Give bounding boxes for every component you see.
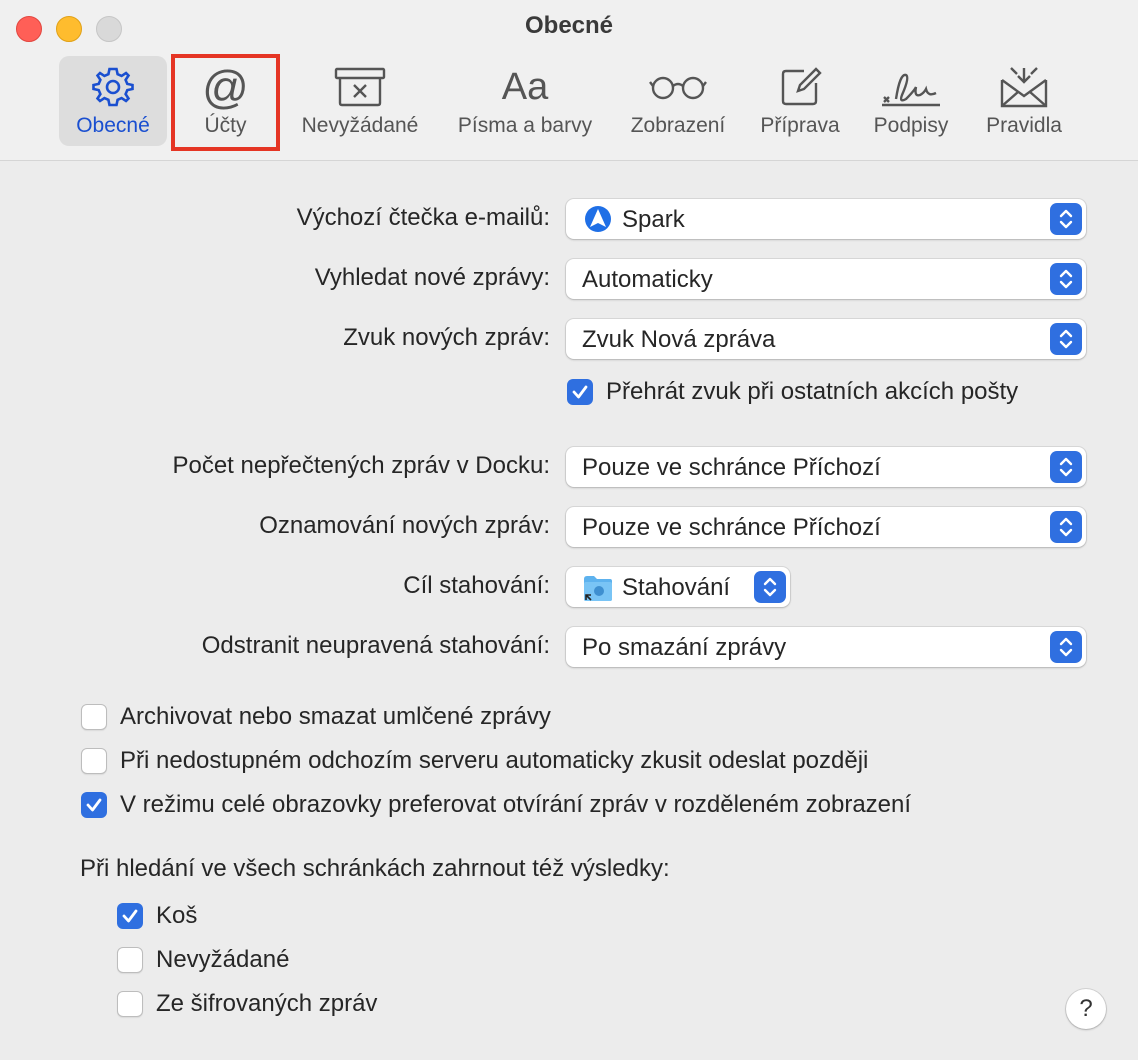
download-dest-stepper[interactable]	[754, 571, 786, 603]
dock-unread-stepper[interactable]	[1050, 451, 1082, 483]
check-new-stepper[interactable]	[1050, 263, 1082, 295]
default-reader-value: Spark	[622, 206, 685, 233]
signature-icon	[880, 62, 942, 112]
new-sound-popup[interactable]: Zvuk Nová zpráva	[566, 319, 1086, 359]
default-reader-stepper[interactable]	[1050, 203, 1082, 235]
notifications-popup[interactable]: Pouze ve schránce Příchozí	[566, 507, 1086, 547]
remove-downloads-label: Odstranit neupravená stahování:	[201, 632, 550, 659]
remove-downloads-stepper[interactable]	[1050, 631, 1082, 663]
play-sound-other-label: Přehrát zvuk při ostatních akcích pošty	[606, 378, 1019, 405]
rules-envelope-icon	[999, 62, 1049, 112]
search-section-heading: Při hledání ve všech schránkách zahrnout…	[80, 855, 670, 882]
check-new-value: Automaticky	[582, 266, 713, 293]
checkmark-icon	[122, 909, 138, 923]
archive-muted-checkbox[interactable]	[81, 704, 107, 730]
search-trash-label: Koš	[156, 902, 198, 929]
notifications-label: Oznamování nových zpráv:	[259, 512, 550, 539]
search-encrypted-checkbox[interactable]	[117, 991, 143, 1017]
new-sound-value: Zvuk Nová zpráva	[582, 326, 776, 353]
tab-general[interactable]: Obecné	[59, 56, 167, 146]
glasses-icon	[649, 62, 707, 112]
remove-downloads-popup[interactable]: Po smazání zprávy	[566, 627, 1086, 667]
search-encrypted-label: Ze šifrovaných zpráv	[156, 990, 378, 1017]
search-junk-checkbox[interactable]	[117, 947, 143, 973]
checkmark-icon	[86, 798, 102, 812]
tab-junk-label: Nevyžádané	[301, 114, 419, 137]
compose-icon	[778, 62, 822, 112]
default-reader-label: Výchozí čtečka e-mailů:	[296, 204, 550, 231]
check-new-popup[interactable]: Automaticky	[566, 259, 1086, 299]
updown-chevron-icon	[1059, 209, 1073, 229]
fonts-glyph: Aa	[501, 65, 549, 108]
fullscreen-split-label: V režimu celé obrazovky preferovat otvír…	[120, 791, 912, 818]
notifications-stepper[interactable]	[1050, 511, 1082, 543]
dock-unread-value: Pouze ve schránce Příchozí	[582, 454, 881, 481]
dock-unread-label: Počet nepřečtených zpráv v Docku:	[172, 452, 550, 479]
window-title: Obecné	[524, 12, 614, 39]
tab-composing[interactable]: Příprava	[752, 56, 848, 146]
default-reader-popup[interactable]: Spark	[566, 199, 1086, 239]
tab-rules-label: Pravidla	[986, 114, 1062, 137]
download-dest-value: Stahování	[622, 574, 731, 601]
new-sound-label: Zvuk nových zpráv:	[343, 324, 550, 351]
help-button[interactable]: ?	[1066, 989, 1106, 1029]
fonts-icon: Aa	[502, 62, 548, 112]
junk-tray-icon	[334, 62, 386, 112]
search-trash-checkbox[interactable]	[117, 903, 143, 929]
remove-downloads-value: Po smazání zprávy	[582, 634, 787, 661]
download-dest-popup[interactable]: Stahování	[566, 567, 790, 607]
tab-composing-label: Příprava	[760, 114, 840, 137]
updown-chevron-icon	[1059, 637, 1073, 657]
retry-send-checkbox[interactable]	[81, 748, 107, 774]
notifications-value: Pouze ve schránce Příchozí	[582, 514, 881, 541]
spark-app-icon	[584, 205, 612, 238]
downloads-folder-icon	[582, 573, 614, 608]
download-dest-label: Cíl stahování:	[403, 572, 550, 599]
dock-unread-popup[interactable]: Pouze ve schránce Příchozí	[566, 447, 1086, 487]
accounts-highlight-box	[171, 54, 280, 151]
toolbar-area: Obecné Obecné @ Účty Nevyžádané Aa Písma…	[0, 0, 1138, 161]
gear-icon	[90, 62, 136, 112]
tab-signatures-label: Podpisy	[873, 114, 949, 137]
tab-fonts-colors[interactable]: Aa Písma a barvy	[446, 56, 604, 146]
play-sound-other-checkbox[interactable]	[567, 379, 593, 405]
tab-rules[interactable]: Pravidla	[974, 56, 1074, 146]
check-new-label: Vyhledat nové zprávy:	[314, 264, 550, 291]
updown-chevron-icon	[1059, 269, 1073, 289]
updown-chevron-icon	[763, 577, 777, 597]
mail-preferences-window: Obecné Obecné @ Účty Nevyžádané Aa Písma…	[0, 0, 1138, 1060]
tab-signatures[interactable]: Podpisy	[864, 56, 958, 146]
search-junk-label: Nevyžádané	[156, 946, 290, 973]
tab-general-label: Obecné	[76, 114, 150, 137]
checkmark-icon	[572, 385, 588, 399]
updown-chevron-icon	[1059, 329, 1073, 349]
new-sound-stepper[interactable]	[1050, 323, 1082, 355]
tab-fonts-label: Písma a barvy	[457, 114, 593, 137]
tab-viewing[interactable]: Zobrazení	[620, 56, 736, 146]
fullscreen-split-checkbox[interactable]	[81, 792, 107, 818]
tab-junk[interactable]: Nevyžádané	[290, 56, 430, 146]
archive-muted-label: Archivovat nebo smazat umlčené zprávy	[120, 703, 551, 730]
updown-chevron-icon	[1059, 457, 1073, 477]
updown-chevron-icon	[1059, 517, 1073, 537]
retry-send-label: Při nedostupném odchozím serveru automat…	[120, 747, 869, 774]
tab-viewing-label: Zobrazení	[630, 114, 726, 137]
